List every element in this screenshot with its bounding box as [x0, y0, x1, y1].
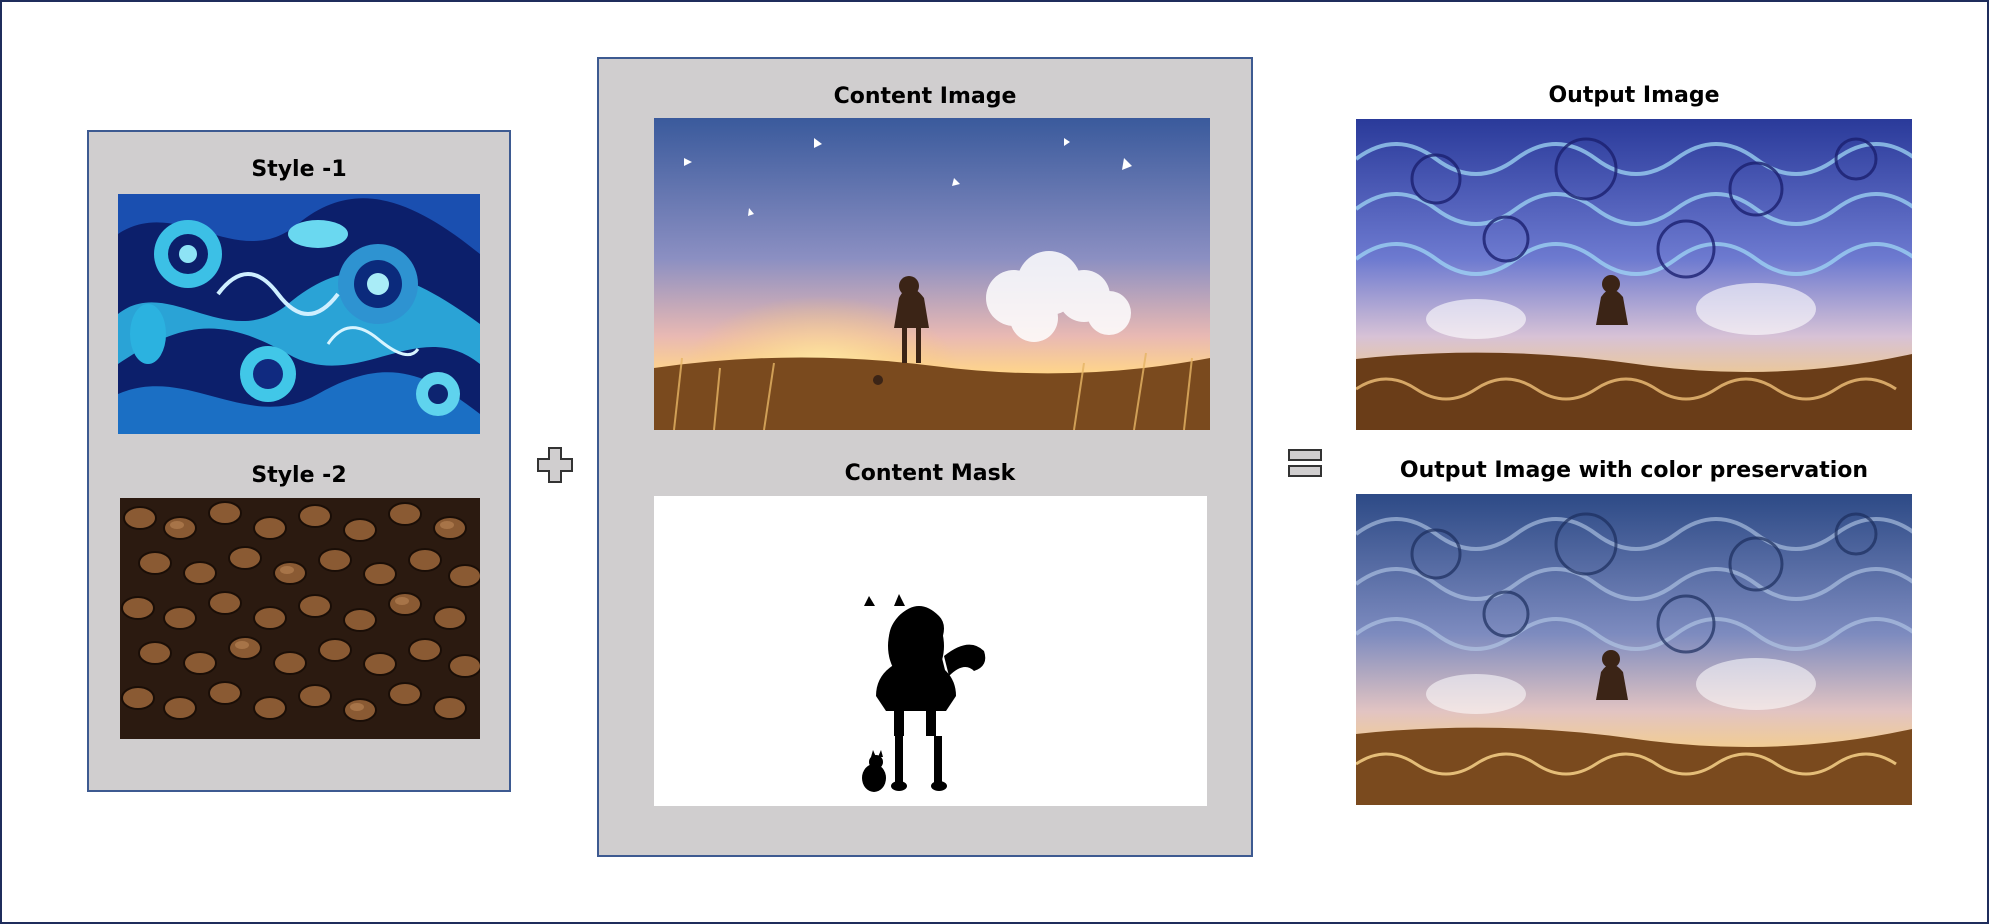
output-image: [1356, 119, 1912, 430]
equals-icon: [1287, 448, 1323, 478]
style1-swirl-image: [118, 194, 480, 434]
output-color-preserved-image: [1356, 494, 1912, 805]
output-image-label: Output Image: [1548, 83, 1720, 108]
content-mask-image: [654, 496, 1207, 806]
plus-icon: [536, 446, 574, 484]
style1-label: Style -1: [251, 157, 347, 182]
output-color-preserved-label: Output Image with color preservation: [1399, 458, 1869, 483]
content-image-label: Content Image: [833, 84, 1017, 109]
style2-coffee-image: [120, 498, 480, 739]
content-image: [654, 118, 1210, 430]
style2-label: Style -2: [251, 463, 347, 488]
content-mask-label: Content Mask: [844, 461, 1016, 486]
